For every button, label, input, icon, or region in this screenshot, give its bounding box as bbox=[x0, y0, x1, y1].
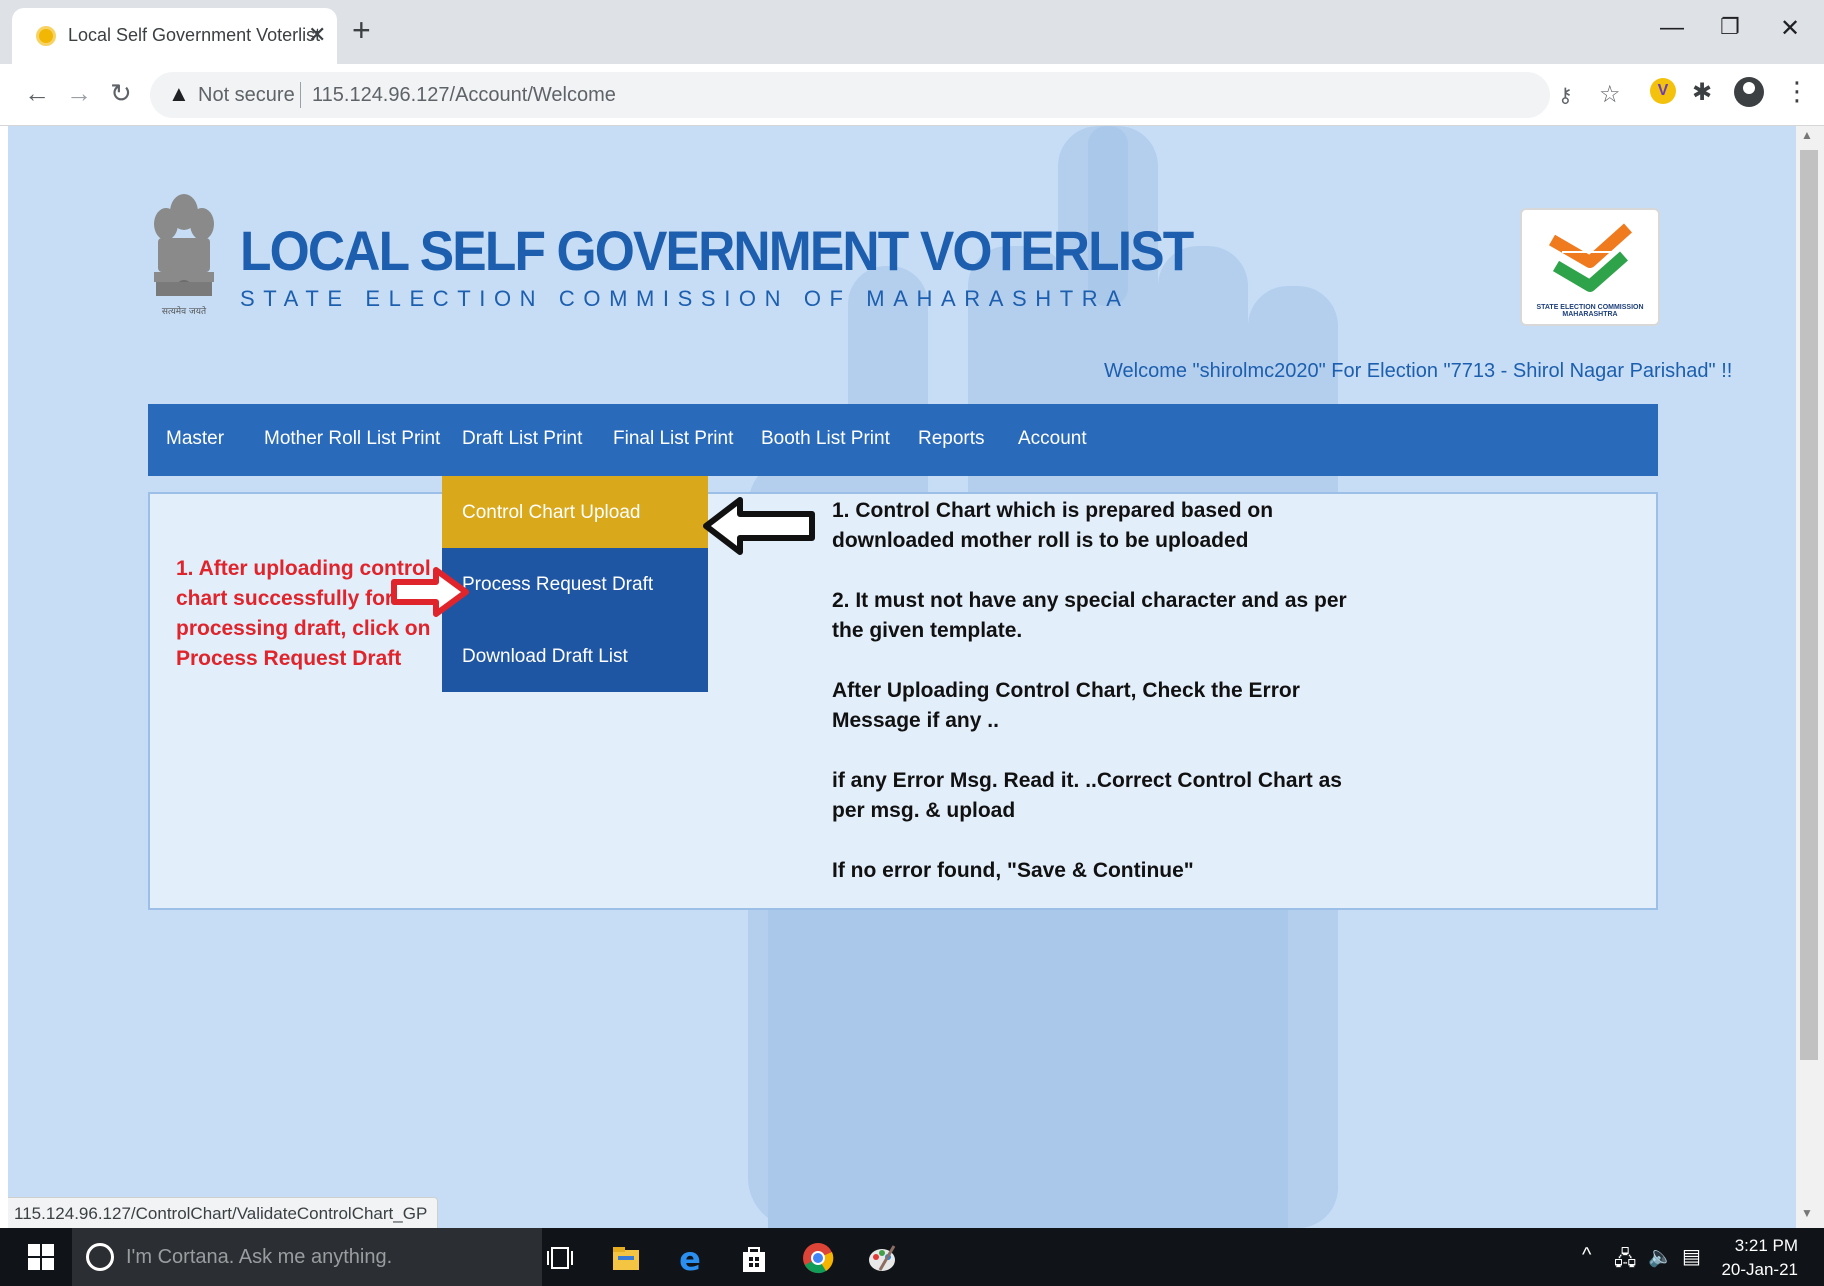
address-bar[interactable]: ▲ Not secure 115.124.96.127/Account/Welc… bbox=[150, 72, 1621, 118]
menu-item-label: Control Chart Upload bbox=[462, 502, 641, 523]
site-title: LOCAL SELF GOVERNMENT VOTERLIST bbox=[240, 219, 1194, 282]
task-view-icon[interactable] bbox=[544, 1242, 576, 1274]
forward-arrow-icon[interactable]: → bbox=[66, 78, 92, 109]
menu-item-process-request-draft[interactable]: Process Request Draft bbox=[442, 548, 708, 620]
nav-mother-roll-list-print[interactable]: Mother Roll List Print bbox=[264, 428, 440, 450]
red-pointer-arrow-icon bbox=[391, 567, 469, 617]
close-tab-icon[interactable]: ✕ bbox=[308, 22, 326, 48]
file-explorer-icon[interactable] bbox=[610, 1242, 642, 1274]
volume-icon[interactable]: 🔈 bbox=[1648, 1244, 1673, 1269]
nav-draft-list-print[interactable]: Draft List Print bbox=[462, 428, 582, 450]
national-emblem-logo: सत्यमेव जयते bbox=[154, 194, 214, 317]
clock-time: 3:21 PM bbox=[1734, 1236, 1798, 1255]
scroll-down-arrow-icon[interactable]: ▼ bbox=[1801, 1206, 1813, 1220]
status-bar-url: 115.124.96.127/ControlChart/ValidateCont… bbox=[8, 1197, 439, 1229]
emblem-caption: सत्यमेव जयते bbox=[162, 305, 207, 317]
menu-item-download-draft-list[interactable]: Download Draft List bbox=[442, 620, 708, 692]
chrome-browser-icon[interactable] bbox=[802, 1242, 834, 1274]
network-icon[interactable]: 🖧 bbox=[1614, 1244, 1636, 1278]
browser-toolbar: ← → ↻ ▲ Not secure 115.124.96.127/Accoun… bbox=[0, 64, 1824, 126]
show-hidden-icons-chevron-icon[interactable]: ^ bbox=[1582, 1244, 1591, 1267]
nav-master[interactable]: Master bbox=[166, 428, 224, 450]
checkmark-logo-icon bbox=[1548, 223, 1633, 292]
paint-app-icon[interactable] bbox=[866, 1242, 898, 1274]
logo-caption: STATE ELECTION COMMISSION MAHARASHTRA bbox=[1536, 304, 1644, 318]
close-window-icon[interactable]: ✕ bbox=[1780, 14, 1800, 43]
taskbar-clock[interactable]: 3:21 PM 20-Jan-21 bbox=[1714, 1234, 1798, 1282]
browser-tabstrip: Local Self Government Voterlist ✕ + — ❐ … bbox=[0, 0, 1824, 64]
site-favicon-icon bbox=[36, 26, 56, 46]
bookmark-star-icon[interactable]: ☆ bbox=[1599, 80, 1621, 109]
browser-tab[interactable]: Local Self Government Voterlist ✕ bbox=[12, 8, 337, 64]
site-subtitle: STATE ELECTION COMMISSION OF MAHARASHTRA bbox=[240, 286, 1130, 311]
nav-booth-list-print[interactable]: Booth List Print bbox=[761, 428, 890, 450]
url-text[interactable]: 115.124.96.127/Account/Welcome bbox=[312, 84, 616, 107]
note-line: After Uploading Control Chart, Check the… bbox=[832, 679, 1300, 732]
warning-triangle-icon[interactable]: ▲ bbox=[168, 81, 190, 107]
cortana-icon bbox=[86, 1243, 114, 1271]
back-arrow-icon[interactable]: ← bbox=[24, 78, 50, 109]
reload-icon[interactable]: ↻ bbox=[110, 78, 132, 109]
page-viewport: सत्यमेव जयते LOCAL SELF GOVERNMENT VOTER… bbox=[8, 126, 1796, 1228]
black-pointer-arrow-icon bbox=[703, 497, 815, 555]
tab-title: Local Self Government Voterlist bbox=[68, 25, 321, 45]
menu-item-control-chart-upload[interactable]: Control Chart Upload bbox=[442, 476, 708, 548]
key-icon[interactable]: ⚷ bbox=[1558, 83, 1573, 108]
profile-avatar-icon[interactable] bbox=[1734, 77, 1764, 107]
cortana-placeholder: I'm Cortana. Ask me anything. bbox=[126, 1246, 393, 1268]
note-line: if any Error Msg. Read it. ..Correct Con… bbox=[832, 769, 1342, 822]
address-divider bbox=[300, 82, 301, 108]
restore-window-icon[interactable]: ❐ bbox=[1720, 14, 1740, 40]
nav-final-list-print[interactable]: Final List Print bbox=[613, 428, 733, 450]
edge-browser-icon[interactable]: e bbox=[674, 1242, 706, 1274]
menu-item-label: Download Draft List bbox=[462, 646, 628, 667]
annotation-right-notes: 1. Control Chart which is prepared based… bbox=[832, 496, 1352, 886]
note-line: 2. It must not have any special characte… bbox=[832, 589, 1347, 642]
menu-item-label: Process Request Draft bbox=[462, 574, 654, 595]
security-label[interactable]: Not secure bbox=[198, 84, 295, 107]
extension-v-icon[interactable]: V bbox=[1650, 78, 1676, 104]
scroll-up-arrow-icon[interactable]: ▲ bbox=[1801, 128, 1813, 142]
windows-start-icon[interactable] bbox=[28, 1244, 54, 1270]
nav-account[interactable]: Account bbox=[1018, 428, 1087, 450]
action-center-icon[interactable]: ▤ bbox=[1682, 1244, 1701, 1269]
scrollbar-thumb[interactable] bbox=[1800, 150, 1818, 1060]
store-icon[interactable] bbox=[738, 1242, 770, 1274]
minimize-window-icon[interactable]: — bbox=[1660, 14, 1684, 42]
election-commission-logo: STATE ELECTION COMMISSION MAHARASHTRA bbox=[1520, 208, 1660, 326]
draft-list-dropdown-menu: Control Chart Upload Process Request Dra… bbox=[442, 476, 708, 692]
svg-text:e: e bbox=[679, 1242, 701, 1274]
extensions-puzzle-icon[interactable]: ✱ bbox=[1692, 78, 1712, 107]
note-line: If no error found, "Save & Continue" bbox=[832, 859, 1194, 882]
note-line: 1. Control Chart which is prepared based… bbox=[832, 499, 1274, 552]
cortana-search-box[interactable]: I'm Cortana. Ask me anything. bbox=[72, 1228, 542, 1286]
browser-menu-icon[interactable]: ⋮ bbox=[1784, 76, 1810, 107]
clock-date: 20-Jan-21 bbox=[1721, 1260, 1798, 1279]
new-tab-icon[interactable]: + bbox=[352, 14, 371, 46]
windows-taskbar: I'm Cortana. Ask me anything. e ^ 🖧 🔈 ▤ … bbox=[0, 1228, 1824, 1286]
welcome-message: Welcome "shirolmc2020" For Election "771… bbox=[1104, 360, 1733, 382]
nav-reports[interactable]: Reports bbox=[918, 428, 985, 450]
main-navbar: Master Mother Roll List Print Draft List… bbox=[148, 404, 1658, 476]
